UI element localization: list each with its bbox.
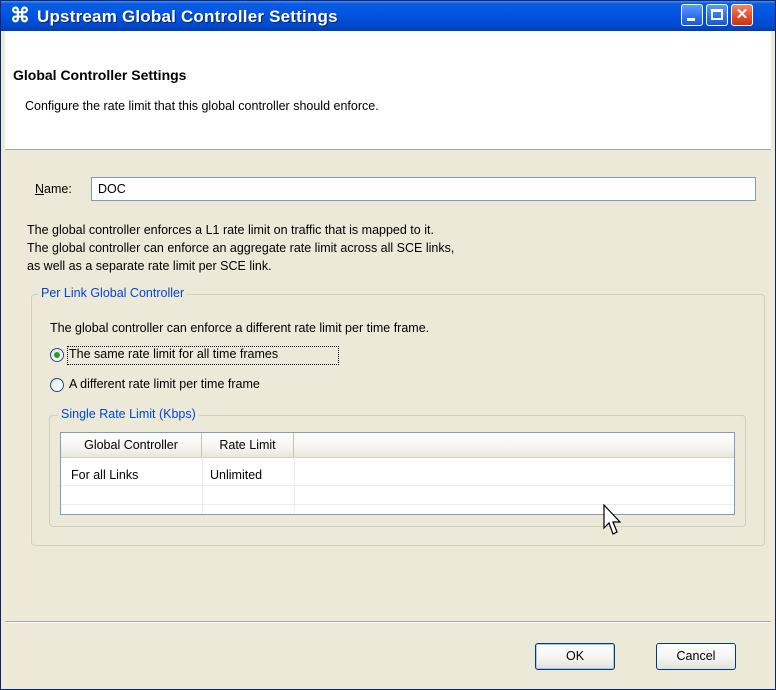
app-icon: ⌘: [10, 5, 30, 27]
column-header-rate-limit[interactable]: Rate Limit: [202, 433, 294, 457]
row-divider: [61, 504, 734, 505]
description-line-3: as well as a separate rate limit per SCE…: [27, 259, 272, 273]
table-cell-controller[interactable]: For all Links: [71, 468, 138, 482]
per-link-intro: The global controller can enforce a diff…: [50, 321, 430, 335]
minimize-icon: [687, 18, 695, 21]
single-rate-legend: Single Rate Limit (Kbps): [58, 407, 199, 421]
radio-same-rate[interactable]: [50, 348, 64, 362]
row-divider: [61, 485, 734, 486]
close-button[interactable]: ✕: [731, 4, 753, 26]
header-title: Global Controller Settings: [13, 67, 187, 83]
radio-same-rate-label[interactable]: The same rate limit for all time frames: [69, 347, 278, 361]
cancel-button[interactable]: Cancel: [656, 643, 736, 670]
name-input[interactable]: [91, 177, 756, 201]
title-bar[interactable]: ⌘ Upstream Global Controller Settings ✕: [1, 1, 775, 31]
column-header-global-controller[interactable]: Global Controller: [61, 433, 202, 457]
name-label-rest: ame:: [44, 182, 72, 196]
ok-button[interactable]: OK: [535, 643, 615, 670]
rate-limit-table[interactable]: Global Controller Rate Limit For all Lin…: [60, 432, 735, 515]
per-link-legend: Per Link Global Controller: [38, 286, 188, 300]
window-title: Upstream Global Controller Settings: [37, 7, 338, 26]
name-label: Name:: [35, 182, 72, 196]
radio-selected-dot: [54, 352, 60, 358]
radio-different-rate-label[interactable]: A different rate limit per time frame: [69, 377, 260, 391]
header-description: Configure the rate limit that this globa…: [25, 99, 379, 113]
table-cell-rate-limit[interactable]: Unlimited: [210, 468, 262, 482]
maximize-icon: [711, 9, 723, 20]
close-icon: ✕: [735, 6, 749, 23]
column-divider: [294, 457, 295, 514]
dialog-window: ⌘ Upstream Global Controller Settings ✕ …: [0, 0, 776, 690]
maximize-button[interactable]: [706, 4, 728, 26]
description-line-1: The global controller enforces a L1 rate…: [27, 223, 434, 237]
mouse-cursor-icon: [603, 504, 622, 535]
table-header: Global Controller Rate Limit: [61, 433, 734, 458]
description-line-2: The global controller can enforce an agg…: [27, 241, 455, 255]
radio-different-rate[interactable]: [50, 378, 64, 392]
column-divider: [202, 457, 203, 514]
minimize-button[interactable]: [681, 4, 703, 26]
footer-separator: [5, 621, 771, 623]
dialog-header: [5, 31, 771, 150]
